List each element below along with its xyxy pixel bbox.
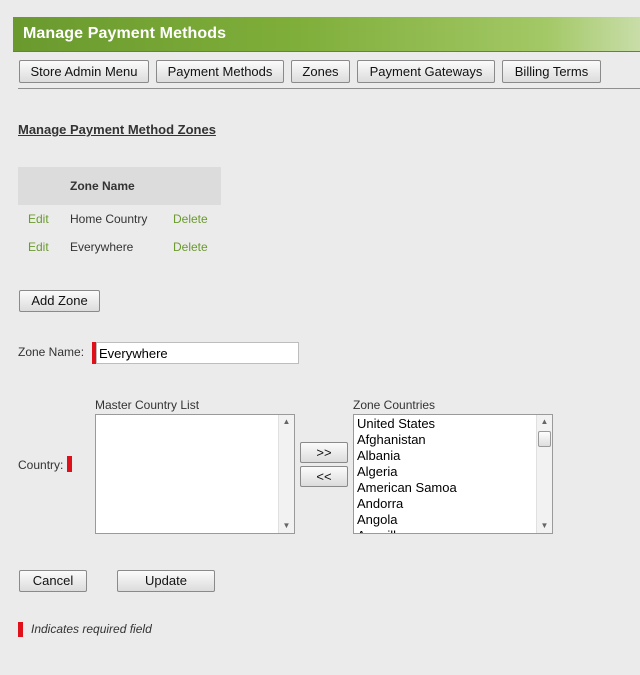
- zone-country-items: United States Afghanistan Albania Algeria Am…: [357, 416, 457, 533]
- cancel-button[interactable]: Cancel: [19, 570, 87, 592]
- list-item[interactable]: Algeria: [357, 464, 457, 480]
- page-header: Manage Payment Methods: [13, 17, 640, 52]
- table-header: Zone Name: [18, 167, 221, 205]
- master-list-scrollbar[interactable]: ▲ ▼: [278, 415, 294, 533]
- zone-name-input[interactable]: [96, 342, 299, 364]
- required-legend-text: Indicates required field: [31, 622, 152, 636]
- zone-list-scrollbar[interactable]: ▲ ▼: [536, 415, 552, 533]
- required-legend-marker: [18, 622, 23, 637]
- scrollbar-thumb[interactable]: [538, 431, 551, 447]
- zone-countries-label: Zone Countries: [353, 398, 436, 412]
- add-zone-button[interactable]: Add Zone: [19, 290, 100, 312]
- list-item[interactable]: United States: [357, 416, 457, 432]
- page-title: Manage Payment Methods: [23, 25, 227, 42]
- edit-link[interactable]: Edit: [28, 212, 49, 226]
- section-title: Manage Payment Method Zones: [18, 122, 216, 137]
- delete-link[interactable]: Delete: [173, 240, 208, 254]
- scroll-up-icon[interactable]: ▲: [537, 415, 552, 429]
- list-item[interactable]: Andorra: [357, 496, 457, 512]
- required-marker: [67, 456, 72, 472]
- list-item[interactable]: Anguilla: [357, 528, 457, 533]
- zones-table: Zone Name Edit Home Country Delete Edit …: [18, 167, 221, 261]
- table-row: Edit Everywhere Delete: [18, 233, 221, 261]
- master-country-listbox[interactable]: ▲ ▼: [95, 414, 295, 534]
- delete-link[interactable]: Delete: [173, 212, 208, 226]
- header-divider: [18, 88, 640, 89]
- payment-gateways-button[interactable]: Payment Gateways: [357, 60, 495, 83]
- update-button[interactable]: Update: [117, 570, 215, 592]
- scroll-down-icon[interactable]: ▼: [279, 519, 294, 533]
- list-item[interactable]: Albania: [357, 448, 457, 464]
- zone-name-cell: Home Country: [70, 212, 148, 226]
- zone-name-column-header: Zone Name: [70, 179, 135, 193]
- billing-terms-button[interactable]: Billing Terms: [502, 60, 601, 83]
- master-country-list-label: Master Country List: [95, 398, 200, 412]
- zone-countries-listbox[interactable]: United States Afghanistan Albania Algeria Am…: [353, 414, 553, 534]
- remove-country-button[interactable]: <<: [300, 466, 348, 487]
- list-item[interactable]: American Samoa: [357, 480, 457, 496]
- country-label: Country:: [18, 458, 64, 472]
- zone-name-label: Zone Name:: [18, 345, 85, 359]
- edit-link[interactable]: Edit: [28, 240, 49, 254]
- zones-button[interactable]: Zones: [291, 60, 350, 83]
- add-country-button[interactable]: >>: [300, 442, 348, 463]
- scroll-up-icon[interactable]: ▲: [279, 415, 294, 429]
- list-item[interactable]: Angola: [357, 512, 457, 528]
- zone-name-cell: Everywhere: [70, 240, 134, 254]
- store-admin-menu-button[interactable]: Store Admin Menu: [19, 60, 149, 83]
- list-item[interactable]: Afghanistan: [357, 432, 457, 448]
- table-row: Edit Home Country Delete: [18, 205, 221, 233]
- payment-methods-button[interactable]: Payment Methods: [156, 60, 284, 83]
- scroll-down-icon[interactable]: ▼: [537, 519, 552, 533]
